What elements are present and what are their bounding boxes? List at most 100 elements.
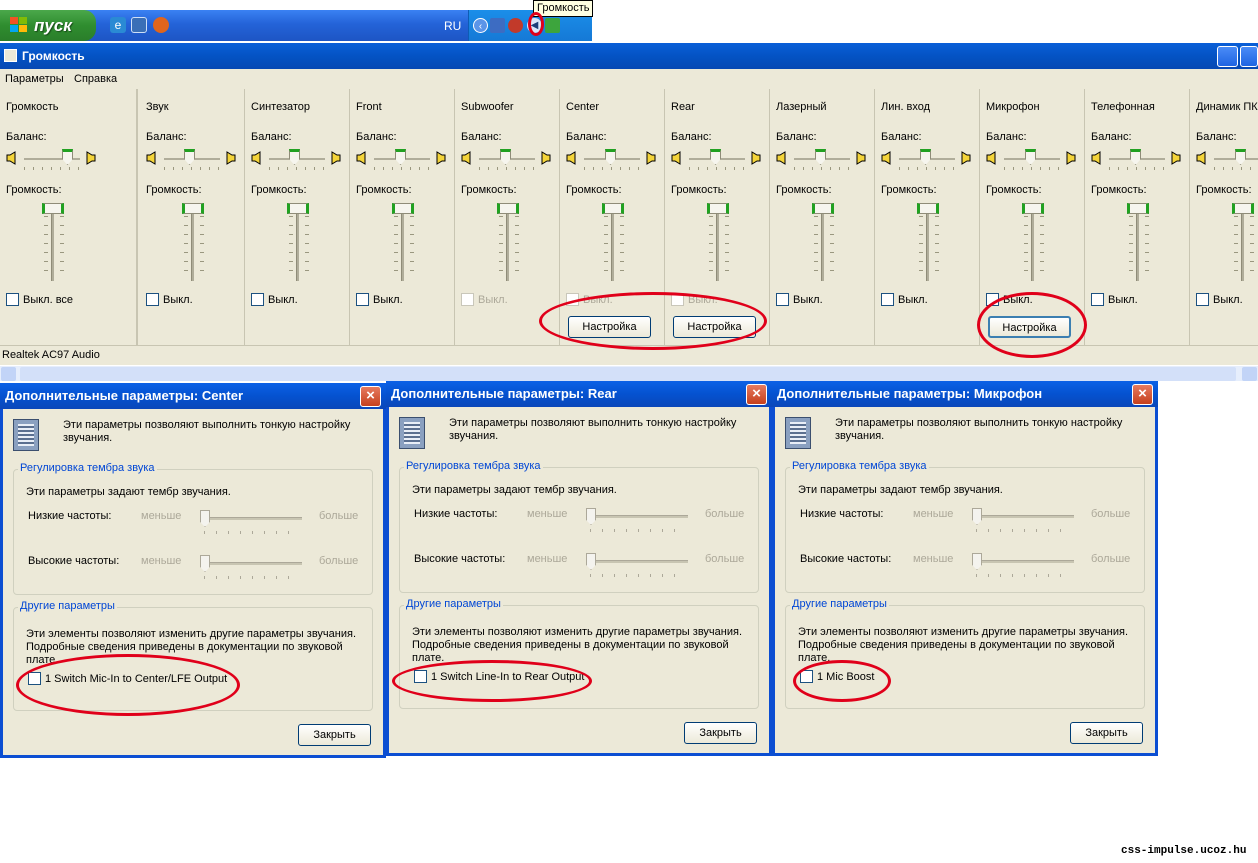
mute-checkbox[interactable]: Выкл. <box>1091 293 1138 306</box>
checkbox-box[interactable] <box>461 293 474 306</box>
bass-slider[interactable] <box>972 508 982 525</box>
volume-label: Громкость: <box>251 184 307 196</box>
update-icon[interactable] <box>545 18 560 33</box>
balance-slider[interactable] <box>920 149 931 165</box>
balance-ticks <box>164 167 220 170</box>
checkbox-box[interactable] <box>356 293 369 306</box>
volume-slider[interactable] <box>602 203 624 214</box>
bass-min-label: меньше <box>527 508 568 520</box>
network-icon[interactable] <box>490 18 505 33</box>
balance-label: Баланс: <box>356 131 397 143</box>
close-button[interactable]: Закрыть <box>684 722 757 744</box>
volume-label: Громкость: <box>986 184 1042 196</box>
horizontal-scrollbar[interactable] <box>0 365 1258 381</box>
volume-slider[interactable] <box>917 203 939 214</box>
firefox-icon[interactable] <box>153 17 169 33</box>
bass-slider[interactable] <box>200 510 210 527</box>
volume-slider[interactable] <box>497 203 519 214</box>
volume-slider[interactable] <box>392 203 414 214</box>
treble-slider[interactable] <box>972 553 982 570</box>
internet-explorer-icon[interactable]: e <box>110 17 126 33</box>
dialog-title-bar[interactable]: Дополнительные параметры: Center <box>0 383 386 409</box>
volume-ticks <box>814 207 818 279</box>
channel-8: Лин. вход Баланс: Громкость: Выкл. <box>875 89 980 345</box>
maximize-button[interactable] <box>1240 46 1258 67</box>
checkbox-box[interactable] <box>1196 293 1209 306</box>
speaker-right-icon <box>856 151 866 165</box>
mute-checkbox[interactable]: Выкл. <box>776 293 823 306</box>
antivirus-icon[interactable] <box>508 18 523 33</box>
balance-label: Баланс: <box>881 131 922 143</box>
dialog-close-icon[interactable]: × <box>746 384 767 405</box>
menu-help[interactable]: Справка <box>74 73 117 85</box>
volume-label: Громкость: <box>1196 184 1252 196</box>
volume-slider[interactable] <box>707 203 729 214</box>
dialog-close-icon[interactable]: × <box>360 386 381 407</box>
checkbox-box[interactable] <box>251 293 264 306</box>
dialog-body: Эти параметры позволяют выполнить тонкую… <box>389 407 769 753</box>
volume-slider[interactable] <box>182 203 204 214</box>
volume-slider[interactable] <box>1022 203 1044 214</box>
mute-checkbox[interactable]: Выкл. <box>881 293 928 306</box>
scroll-left-button[interactable] <box>1 367 16 381</box>
mute-checkbox[interactable]: Выкл. <box>251 293 298 306</box>
channel-3: Front Баланс: Громкость: Выкл. <box>350 89 455 345</box>
volume-ticks <box>515 207 519 279</box>
volume-ticks <box>394 207 398 279</box>
menu-parameters[interactable]: Параметры <box>5 73 64 85</box>
balance-slider[interactable] <box>1025 149 1036 165</box>
treble-slider[interactable] <box>200 555 210 572</box>
balance-slider[interactable] <box>184 149 195 165</box>
volume-track <box>1031 205 1034 281</box>
close-button[interactable]: Закрыть <box>298 724 371 746</box>
scroll-right-button[interactable] <box>1242 367 1257 381</box>
show-desktop-icon[interactable] <box>131 17 147 33</box>
dialog-close-icon[interactable]: × <box>1132 384 1153 405</box>
mute-label: Выкл. <box>163 294 193 306</box>
treble-slider[interactable] <box>586 553 596 570</box>
treble-ticks <box>976 574 1072 577</box>
volume-slider[interactable] <box>287 203 309 214</box>
minimize-button[interactable] <box>1217 46 1238 67</box>
checkbox-box[interactable] <box>1091 293 1104 306</box>
dialog-title-bar[interactable]: Дополнительные параметры: Микрофон <box>772 381 1158 407</box>
balance-ticks <box>24 167 80 170</box>
balance-slider[interactable] <box>289 149 300 165</box>
balance-slider[interactable] <box>815 149 826 165</box>
volume-slider[interactable] <box>1232 203 1254 214</box>
scroll-thumb[interactable] <box>20 367 1236 381</box>
balance-slider[interactable] <box>1235 149 1246 165</box>
balance-slider[interactable] <box>605 149 616 165</box>
speaker-right-icon <box>961 151 971 165</box>
volume-slider[interactable] <box>42 203 64 214</box>
volume-slider[interactable] <box>1127 203 1149 214</box>
checkbox-box[interactable] <box>776 293 789 306</box>
checkbox-box[interactable] <box>146 293 159 306</box>
mute-checkbox[interactable]: Выкл. <box>146 293 193 306</box>
mixer-title-bar[interactable]: Громкость <box>0 43 1258 69</box>
balance-slider[interactable] <box>1130 149 1141 165</box>
balance-slider[interactable] <box>500 149 511 165</box>
mute-checkbox[interactable]: Выкл. <box>356 293 403 306</box>
mute-checkbox[interactable]: Выкл. все <box>6 293 73 306</box>
close-button[interactable]: Закрыть <box>1070 722 1143 744</box>
tray-expand-icon[interactable]: ‹ <box>473 18 488 33</box>
balance-label: Баланс: <box>146 131 187 143</box>
annotation-circle-microphone <box>977 292 1087 358</box>
checkbox-box[interactable] <box>6 293 19 306</box>
mute-checkbox[interactable]: Выкл. <box>1196 293 1243 306</box>
channel-2: Синтезатор Баланс: Громкость: Выкл. <box>245 89 350 345</box>
balance-slider[interactable] <box>62 149 73 165</box>
checkbox-box[interactable] <box>881 293 894 306</box>
volume-ticks <box>1040 207 1044 279</box>
balance-slider[interactable] <box>395 149 406 165</box>
mute-checkbox[interactable]: Выкл. <box>461 293 508 306</box>
dialog-title-bar[interactable]: Дополнительные параметры: Rear <box>386 381 772 407</box>
mute-label: Выкл. <box>898 294 928 306</box>
balance-slider[interactable] <box>710 149 721 165</box>
bass-slider[interactable] <box>586 508 596 525</box>
start-button[interactable]: пуск <box>0 10 96 41</box>
volume-track <box>51 205 54 281</box>
volume-slider[interactable] <box>812 203 834 214</box>
language-indicator[interactable]: RU <box>444 19 461 33</box>
